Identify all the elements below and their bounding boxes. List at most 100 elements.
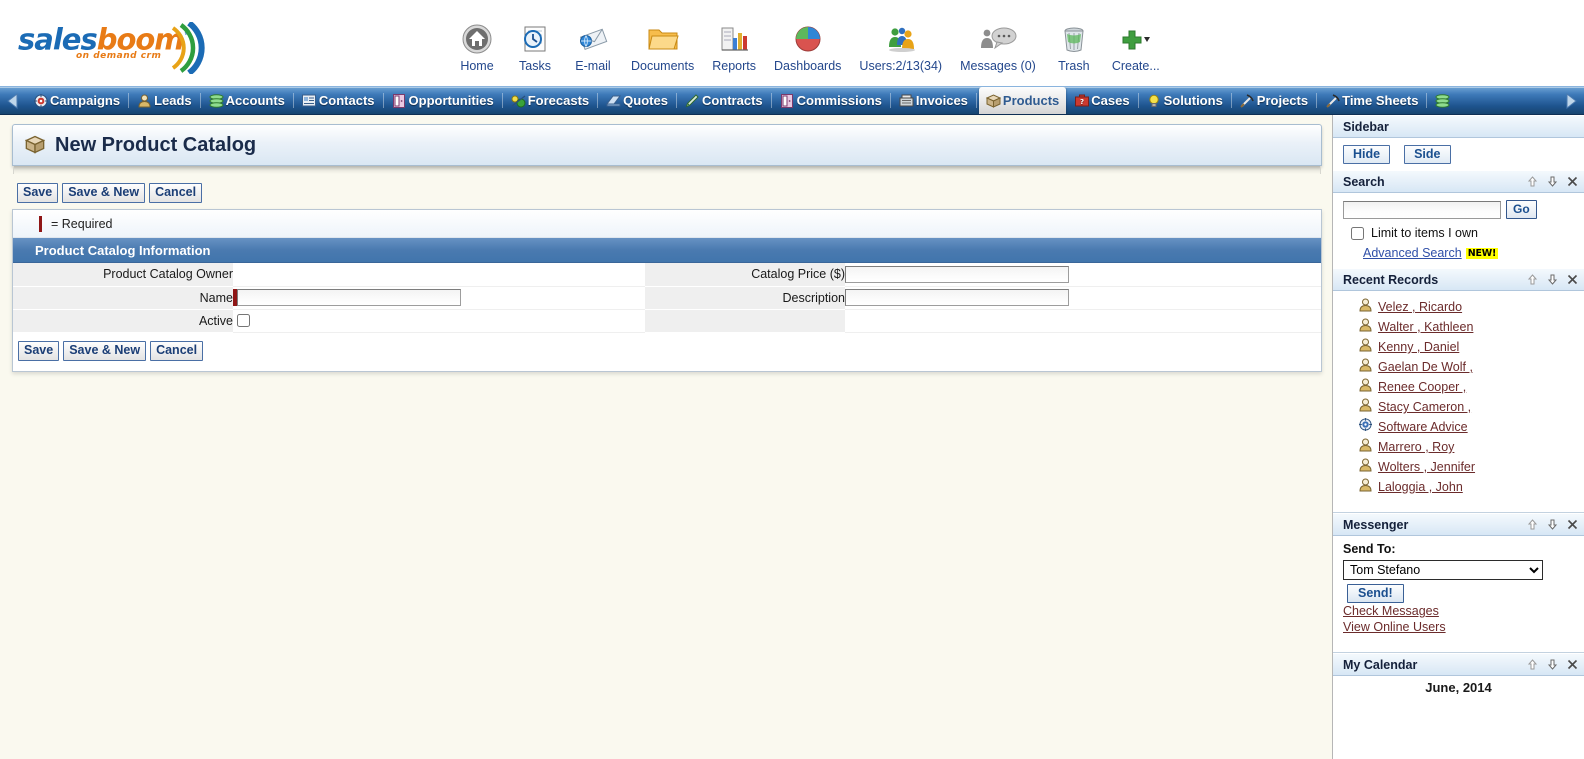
list-item[interactable]: Velez , Ricardo: [1333, 297, 1584, 317]
save-and-new-button-top[interactable]: Save & New: [62, 183, 146, 203]
move-down-icon[interactable]: [1547, 519, 1558, 530]
list-item[interactable]: Gaelan De Wolf ,: [1333, 357, 1584, 377]
catalog-price-input[interactable]: [845, 265, 1069, 283]
messenger-send-button[interactable]: Send!: [1347, 584, 1404, 603]
recent-record-link[interactable]: Wolters , Jennifer: [1378, 460, 1475, 474]
sidebar-hide-button[interactable]: Hide: [1343, 145, 1391, 164]
field-description: [845, 286, 1321, 310]
move-down-icon[interactable]: [1547, 274, 1558, 285]
search-input[interactable]: [1343, 200, 1501, 219]
name-input[interactable]: [237, 288, 461, 306]
tab-cases[interactable]: ? Cases: [1067, 88, 1136, 113]
close-icon[interactable]: [1567, 176, 1578, 187]
field-catalog-price: [845, 263, 1321, 287]
list-item[interactable]: Wolters , Jennifer: [1333, 457, 1584, 477]
check-messages-link[interactable]: Check Messages: [1343, 603, 1584, 619]
description-input[interactable]: [845, 288, 1069, 306]
list-item[interactable]: Stacy Cameron ,: [1333, 397, 1584, 417]
quicknav-users[interactable]: Users:2/13(34): [850, 22, 951, 73]
tab-campaigns[interactable]: Campaigns: [26, 88, 127, 113]
contracts-pen-icon: [685, 93, 700, 108]
messenger-body: Send To: Tom Stefano Send! Check Message…: [1333, 536, 1584, 643]
view-online-users-link[interactable]: View Online Users: [1343, 619, 1584, 635]
tab-separator: [501, 93, 503, 108]
recent-record-link[interactable]: Gaelan De Wolf ,: [1378, 360, 1473, 374]
recent-record-link[interactable]: Software Advice: [1378, 420, 1468, 434]
list-item[interactable]: Walter , Kathleen: [1333, 317, 1584, 337]
list-item[interactable]: Software Advice: [1333, 417, 1584, 437]
cancel-button-top[interactable]: Cancel: [149, 183, 203, 203]
page-title: New Product Catalog: [55, 133, 257, 156]
tab-contracts[interactable]: Contracts: [678, 88, 770, 113]
tab-leads[interactable]: Leads: [130, 88, 199, 113]
quicknav-create[interactable]: Create...: [1103, 22, 1169, 73]
tabbar-prev-button[interactable]: [0, 87, 26, 114]
list-item[interactable]: Laloggia , John: [1333, 477, 1584, 497]
list-item[interactable]: Renee Cooper ,: [1333, 377, 1584, 397]
quicknav-messages[interactable]: Messages (0): [951, 22, 1045, 73]
move-up-icon[interactable]: [1527, 176, 1538, 187]
save-and-new-button-bottom[interactable]: Save & New: [63, 340, 147, 361]
quicknav-tasks[interactable]: Tasks: [506, 22, 564, 73]
close-icon[interactable]: [1567, 274, 1578, 285]
sidebar-divider: [1333, 503, 1584, 513]
row-spacer: [645, 263, 665, 287]
limit-to-items-checkbox[interactable]: [1351, 226, 1364, 240]
cancel-button-bottom[interactable]: Cancel: [150, 340, 204, 361]
move-up-icon[interactable]: [1527, 519, 1538, 530]
recent-record-link[interactable]: Kenny , Daniel: [1378, 340, 1459, 354]
tab-label: Cases: [1091, 93, 1130, 108]
close-icon[interactable]: [1567, 659, 1578, 670]
list-item[interactable]: Marrero , Roy: [1333, 437, 1584, 457]
quicknav-email[interactable]: E-mail: [564, 22, 622, 73]
tabbar-next-button[interactable]: [1558, 87, 1584, 114]
product-catalog-form-table: Product Catalog Owner Catalog Price ($) …: [13, 263, 1321, 333]
tab-opportunities[interactable]: Opportunities: [385, 88, 501, 113]
folder-icon: [647, 22, 679, 56]
tab-time-sheets[interactable]: Time Sheets: [1318, 88, 1425, 113]
active-checkbox[interactable]: [237, 313, 250, 327]
save-button-top[interactable]: Save: [17, 183, 59, 203]
salesboom-logo[interactable]: salesboom™ on demand crm: [18, 22, 218, 74]
advanced-search-link[interactable]: Advanced Search: [1363, 246, 1462, 260]
tab-quotes[interactable]: Quotes: [599, 88, 675, 113]
label-active: Active: [33, 309, 233, 333]
users-icon: [884, 22, 918, 56]
tab-contacts[interactable]: Contacts: [295, 88, 382, 113]
move-up-icon[interactable]: [1527, 274, 1538, 285]
tab-solutions[interactable]: Solutions: [1140, 88, 1230, 113]
tab-projects[interactable]: Projects: [1233, 88, 1315, 113]
recent-record-link[interactable]: Renee Cooper ,: [1378, 380, 1466, 394]
move-up-icon[interactable]: [1527, 659, 1538, 670]
search-go-button[interactable]: Go: [1506, 200, 1537, 219]
tab-accounts[interactable]: Accounts: [202, 88, 292, 113]
quicknav-documents[interactable]: Documents: [622, 22, 703, 73]
tab-forecasts[interactable]: Forecasts: [504, 88, 596, 113]
recent-record-link[interactable]: Stacy Cameron ,: [1378, 400, 1471, 414]
form-row-owner-price: Product Catalog Owner Catalog Price ($): [13, 263, 1321, 287]
save-button-bottom[interactable]: Save: [18, 340, 60, 361]
quicknav-reports[interactable]: Reports: [703, 22, 765, 73]
list-item[interactable]: Kenny , Daniel: [1333, 337, 1584, 357]
quicknav-trash[interactable]: Trash: [1045, 22, 1103, 73]
search-panel-title: Search: [1343, 174, 1385, 189]
tab-invoices[interactable]: Invoices: [892, 88, 975, 113]
tab-commissions[interactable]: Commissions: [773, 88, 889, 113]
messenger-user-select[interactable]: Tom Stefano: [1343, 560, 1543, 580]
move-down-icon[interactable]: [1547, 176, 1558, 187]
recent-record-link[interactable]: Marrero , Roy: [1378, 440, 1454, 454]
tab-separator: [675, 93, 677, 108]
tab-more[interactable]: [1428, 88, 1459, 113]
tab-products[interactable]: Products: [978, 87, 1067, 114]
quick-nav: Home Tasks E-mail Documents Reports Dash…: [448, 22, 1169, 73]
move-down-icon[interactable]: [1547, 659, 1558, 670]
tab-separator: [1316, 93, 1318, 108]
quicknav-home[interactable]: Home: [448, 22, 506, 73]
recent-record-link[interactable]: Velez , Ricardo: [1378, 300, 1462, 314]
close-icon[interactable]: [1567, 519, 1578, 530]
recent-record-link[interactable]: Laloggia , John: [1378, 480, 1463, 494]
quicknav-dashboards[interactable]: Dashboards: [765, 22, 850, 73]
sidebar-side-button[interactable]: Side: [1404, 145, 1451, 164]
limit-to-items-label: Limit to items I own: [1371, 226, 1478, 240]
recent-record-link[interactable]: Walter , Kathleen: [1378, 320, 1473, 334]
